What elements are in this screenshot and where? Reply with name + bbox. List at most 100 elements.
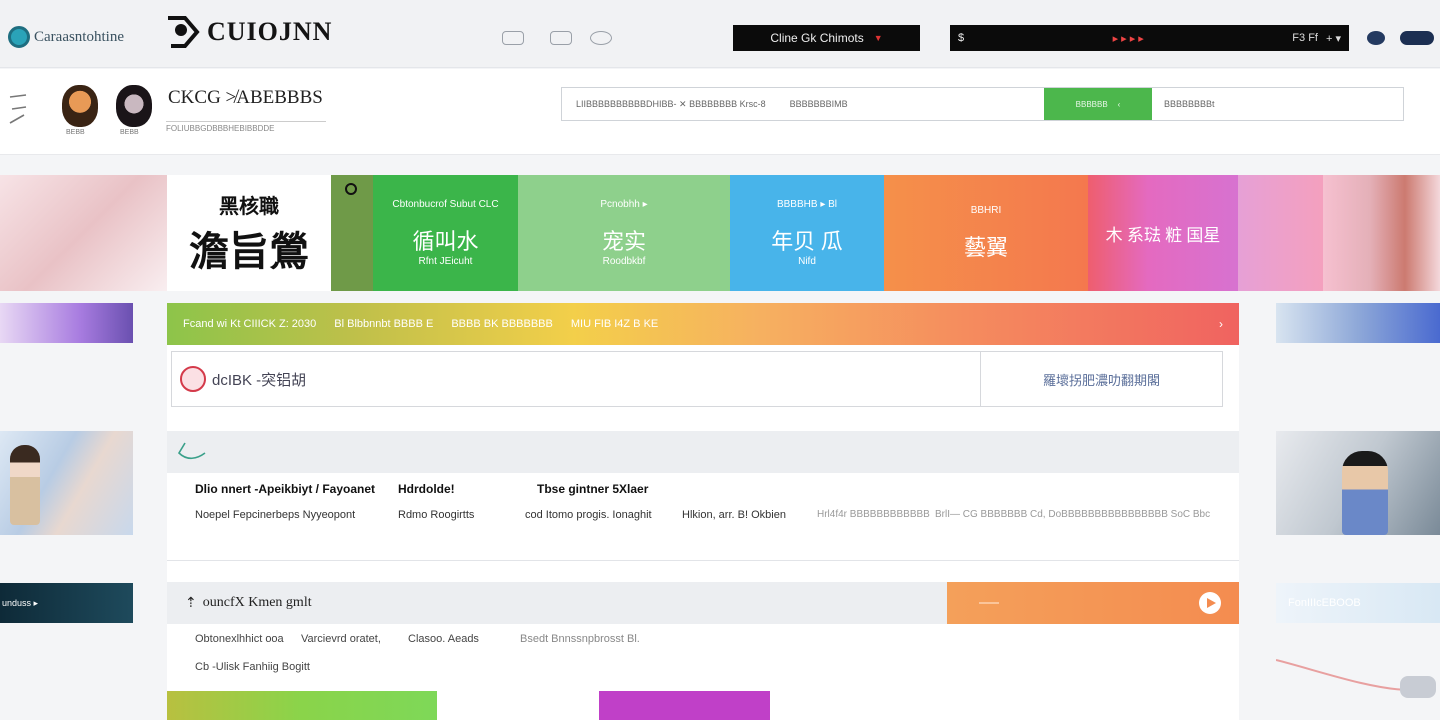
table-cell-muted: BrlI— CG BBBBBBB Cd, DoBBBBBBBBBBBBBBBB … bbox=[935, 509, 1211, 520]
progress-dash bbox=[979, 602, 999, 604]
table-cell: Noepel Fepcinerbeps Nyyeopont bbox=[195, 509, 356, 521]
notice-right-text: 羅壞拐肥濃叻翻期閣 bbox=[1042, 372, 1160, 388]
avatar[interactable] bbox=[116, 85, 152, 127]
user-menu-icon[interactable] bbox=[1400, 31, 1434, 45]
banner-main-title: 黑核職 bbox=[219, 195, 279, 218]
banner-lightgreen-big: 宠实 bbox=[601, 229, 646, 254]
list-item[interactable]: Bsedt Bnnssnpbrosst Bl. bbox=[520, 633, 640, 645]
search-placeholder: LIIBBBBBBBBBBDHIBB- ✕ BBBBBBBB Krsc-8 bbox=[576, 98, 766, 109]
dark-media-bar[interactable]: $ ▸ ▸ ▸ ▸ F3 Ff + ▾ bbox=[950, 25, 1349, 51]
chevron-right-icon[interactable]: › bbox=[1219, 317, 1223, 331]
notice-box: dcIBK -突铝胡 羅壞拐肥濃叻翻期閣 bbox=[171, 351, 1223, 407]
banner-orange-big: 藝翼 bbox=[963, 234, 1008, 260]
search-bar: LIIBBBBBBBBBBDHIBB- ✕ BBBBBBBB Krsc-8 BB… bbox=[561, 87, 1404, 121]
avatar-caption: BEBB bbox=[66, 129, 85, 136]
media-bar-right: F3 Ff bbox=[1292, 31, 1318, 44]
banner-tile-pink[interactable]: 木 系琺 粧 国星 bbox=[1088, 175, 1238, 291]
menu-icon[interactable] bbox=[8, 89, 28, 129]
section-2-title-text: ouncfX Kmen gmlt bbox=[202, 595, 312, 610]
main-content: Fcand wi Kt CIIICK Z: 2030 Bl Blbbnnbt B… bbox=[167, 303, 1239, 720]
divider bbox=[167, 560, 1239, 561]
badge-icon bbox=[180, 366, 206, 392]
site-logo-small[interactable]: Caraasntohtine bbox=[8, 26, 124, 48]
banner-lightgreen-tiny: Roodbkbf bbox=[602, 256, 646, 267]
banner-blue-big: 年贝 瓜 bbox=[771, 229, 843, 254]
section-2-title: ⇡ ouncfX Kmen gmlt bbox=[167, 595, 312, 612]
secondary-search-placeholder: BBBBBBBBt bbox=[1164, 99, 1215, 109]
secondary-search-input[interactable]: BBBBBBBBt bbox=[1152, 88, 1403, 120]
settings-icon[interactable] bbox=[590, 31, 612, 45]
list-item[interactable]: Clasoo. Aeads bbox=[408, 633, 479, 645]
search-input[interactable]: LIIBBBBBBBBBBDHIBB- ✕ BBBBBBBB Krsc-8 BB… bbox=[562, 88, 1044, 120]
sub-header: BEBB BEBB CKCG ≯ABEBBBS FOLIUBBGDBBBHEBI… bbox=[0, 69, 1440, 155]
list-item[interactable]: Obtonexlhhict ooa bbox=[195, 633, 284, 645]
circle-icon bbox=[345, 183, 357, 195]
banner-orange-small: BBHRI bbox=[970, 204, 1002, 216]
promo-seg-1: Fcand wi Kt CIIICK Z: 2030 bbox=[183, 318, 317, 330]
chevron-icon: ‹ bbox=[1117, 99, 1121, 109]
side-banner-left-dark[interactable]: unduss ▸ bbox=[0, 583, 133, 623]
person-figure bbox=[1342, 451, 1388, 535]
brand-title: CKCG ≯ABEBBBS bbox=[168, 87, 323, 108]
side-image-right-2[interactable] bbox=[1276, 431, 1440, 535]
banner-blue-tiny: Nifd bbox=[798, 256, 816, 267]
promo-seg-3: BBBB BK BBBBBBB bbox=[451, 318, 553, 330]
media-controls-icon[interactable]: ▸ ▸ ▸ ▸ bbox=[1113, 32, 1144, 45]
banner-left-image[interactable] bbox=[0, 175, 167, 291]
dark-button-label: Cline Gk Chimots bbox=[770, 31, 864, 45]
avatar[interactable] bbox=[62, 85, 98, 127]
banner-green-small: Cbtonbucrof Subut CLC bbox=[392, 199, 499, 210]
bottom-tile-green[interactable] bbox=[167, 691, 437, 720]
chat-icon[interactable] bbox=[550, 31, 572, 45]
banner-tile-green[interactable]: Cbtonbucrof Subut CLC 循叫水 Rfnt JEicuht bbox=[373, 175, 518, 291]
site-logo-main[interactable]: CUIOJNN bbox=[165, 14, 332, 50]
banner-tile-light-green[interactable]: Pcnobhh ▸ 宠实 Roodbkbf bbox=[518, 175, 730, 291]
dropdown-caret-icon: ▼ bbox=[873, 33, 883, 43]
banner-right-image[interactable] bbox=[1323, 175, 1440, 291]
category-banner: 黑核職 澹旨鶯 Cbtonbucrof Subut CLC 循叫水 Rfnt J… bbox=[0, 175, 1440, 291]
banner-tile-blue[interactable]: BBBBHB ▸ Bl 年贝 瓜 Nifd bbox=[730, 175, 884, 291]
table-cell: cod Itomo progis. Ionaghit bbox=[525, 509, 652, 521]
side-image-right-1[interactable] bbox=[1276, 303, 1440, 343]
notice-right-button[interactable]: 羅壞拐肥濃叻翻期閣 bbox=[980, 352, 1222, 406]
cursor-icon: ⇡ bbox=[185, 595, 197, 611]
person-figure bbox=[10, 445, 40, 525]
search-placeholder-2: BBBBBBBIMB bbox=[789, 99, 848, 109]
banner-tile-dark-green[interactable] bbox=[331, 175, 373, 291]
side-right-text: FonIIIcEBOOB bbox=[1288, 597, 1361, 609]
table-cell: Hlkion, arr. B! Okbien bbox=[682, 509, 786, 521]
list-item[interactable]: Cb -Ulisk Fanhiig Bogitt bbox=[195, 661, 310, 673]
notice-left-text: dcIBK -突铝胡 bbox=[212, 371, 307, 389]
cable-illustration bbox=[1276, 659, 1436, 698]
avatar-caption: BEBB bbox=[120, 129, 139, 136]
banner-green-big: 循叫水 bbox=[412, 229, 479, 254]
logo-circle-icon bbox=[8, 26, 30, 48]
banner-blue-small: BBBBHB ▸ Bl bbox=[776, 199, 838, 210]
table-header-1: Dlio nnert -Apeikbiyt / Fayoanet bbox=[195, 482, 376, 496]
promo-bar[interactable]: Fcand wi Kt CIIICK Z: 2030 Bl Blbbnnbt B… bbox=[167, 303, 1239, 345]
notice-left[interactable]: dcIBK -突铝胡 bbox=[172, 352, 980, 406]
top-bar: Caraasntohtine CUIOJNN Cline Gk Chimots … bbox=[0, 0, 1440, 68]
table-header-2: Hdrdolde! bbox=[398, 482, 455, 496]
brand-subtitle: FOLIUBBGDBBBHEBIBBDDE bbox=[166, 121, 326, 133]
globe-icon[interactable] bbox=[1367, 31, 1385, 45]
banner-tile-rose[interactable] bbox=[1238, 175, 1323, 291]
video-play-bar[interactable] bbox=[947, 582, 1239, 624]
dark-account-button[interactable]: Cline Gk Chimots ▼ bbox=[733, 25, 920, 51]
side-image-left-2[interactable] bbox=[0, 431, 133, 535]
message-icon[interactable] bbox=[502, 31, 524, 45]
list-item[interactable]: Varcievrd oratet, bbox=[301, 633, 381, 645]
promo-seg-2: Bl Blbbnnbt BBBB E bbox=[334, 318, 434, 330]
play-icon[interactable] bbox=[1199, 592, 1221, 614]
banner-tile-orange[interactable]: BBHRI 藝翼 bbox=[884, 175, 1088, 291]
side-banner-right[interactable]: FonIIIcEBOOB bbox=[1276, 583, 1440, 623]
table-cell: Rdmo Roogirtts bbox=[398, 509, 475, 521]
side-image-left-1[interactable] bbox=[0, 303, 133, 343]
logo-mark-icon bbox=[168, 16, 200, 48]
media-bar-left: $ bbox=[958, 32, 965, 44]
search-button[interactable]: BBBBBB ‹ bbox=[1044, 88, 1152, 120]
banner-tile-main[interactable]: 黑核職 澹旨鶯 bbox=[167, 175, 331, 291]
search-button-label: BBBBBB bbox=[1075, 99, 1108, 109]
table-cell-muted: Hrl4f4r BBBBBBBBBBBB bbox=[817, 509, 930, 520]
bottom-tile-purple[interactable] bbox=[599, 691, 770, 720]
